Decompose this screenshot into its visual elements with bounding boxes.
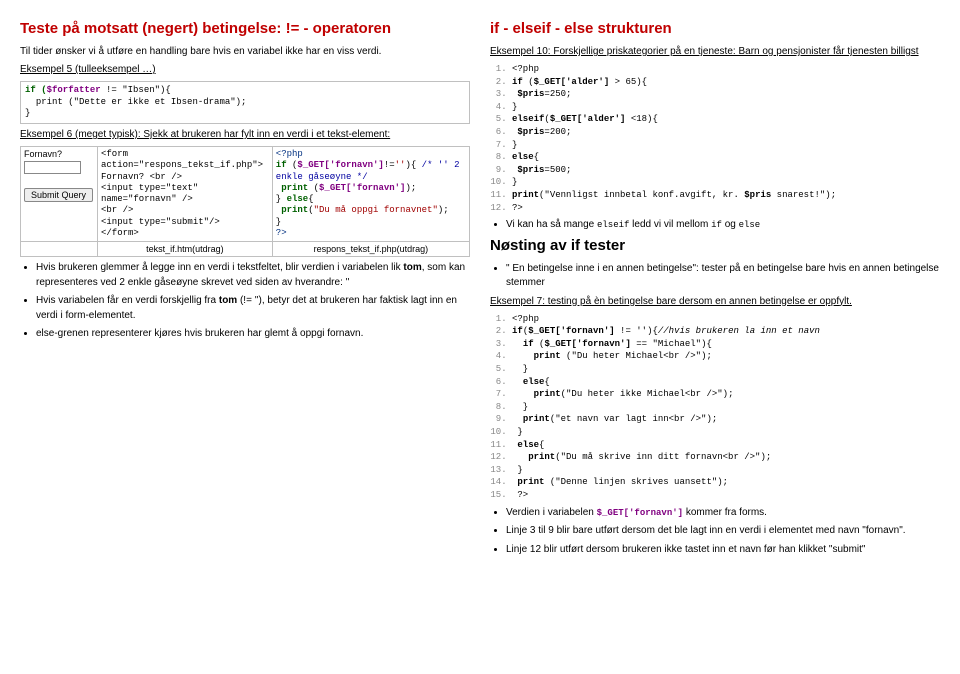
c10-9: $pris=500; <box>512 164 940 177</box>
c5-if: if ( <box>25 85 47 95</box>
lb1a: Hvis brukeren glemmer å legge inn en ver… <box>36 262 403 273</box>
bb3: Linje 12 blir utført dersom brukeren ikk… <box>506 543 940 558</box>
c7-5: } <box>512 363 940 376</box>
c10-11: print("Vennligst innbetal konf.avgift, k… <box>512 189 940 202</box>
c7-3: if ($_GET['fornavn'] == "Michael"){ <box>512 338 940 351</box>
fornavn-input[interactable] <box>24 161 81 174</box>
c10-2: if ($_GET['alder'] > 65){ <box>512 76 940 89</box>
c10-12: ?> <box>512 202 940 215</box>
bottom-bullets: Verdien i variabelen $_GET['fornavn'] ko… <box>506 506 940 558</box>
ex6-foot-mid: tekst_if.htm(utdrag) <box>98 242 273 257</box>
rbb: elseif <box>597 220 629 230</box>
c7-2: if($_GET['fornavn'] != ''){//hvis bruker… <box>512 325 940 338</box>
c10-7: } <box>512 139 940 152</box>
right-column: if - elseif - else strukturen Eksempel 1… <box>490 20 940 561</box>
c5-l2: print ("Dette er ikke et Ibsen-drama"); <box>25 97 246 107</box>
eksempel10-label: Eksempel 10: Forskjellige priskategorier… <box>490 45 940 59</box>
submit-button[interactable]: Submit Query <box>24 188 93 202</box>
eksempel5-label: Eksempel 5 (tulleeksempel …) <box>20 63 470 77</box>
c7-12: print("Du må skrive inn ditt fornavn<br … <box>512 451 940 464</box>
intro-span: Til tider ønsker vi å utføre en handling… <box>20 46 381 57</box>
c5-var: $forfatter <box>47 85 101 95</box>
code-example5: if ($forfatter != "Ibsen"){ print ("Dett… <box>20 81 470 124</box>
c10-5: elseif($_GET['alder'] <18){ <box>512 113 940 126</box>
ex6-foot1 <box>21 242 98 257</box>
bb1a: Verdien i variabelen <box>506 507 597 518</box>
eksempel7-label: Eksempel 7: testing på èn betingelse bar… <box>490 295 940 309</box>
ex6-right-code: <?php if ($_GET['fornavn']!=''){ /* '' 2… <box>276 149 460 238</box>
rbd: if <box>711 220 722 230</box>
rba: Vi kan ha så mange <box>506 219 597 230</box>
bb1c: kommer fra forms. <box>683 507 767 518</box>
lb2: Hvis variabelen får en verdi forskjellig… <box>36 294 470 323</box>
heading-negert: Teste på motsatt (negert) betingelse: !=… <box>20 20 470 37</box>
bb2: Linje 3 til 9 blir bare utført dersom de… <box>506 524 940 539</box>
s: <?php <box>512 64 539 74</box>
c7-1: <?php <box>512 313 940 326</box>
left-bullets: Hvis brukeren glemmer å legge inn en ver… <box>36 261 470 342</box>
ex6-table: Fornavn? Submit Query <form action="resp… <box>20 146 470 257</box>
c5-b: != "Ibsen"){ <box>101 85 171 95</box>
ex6-mid-code: <form action="respons_tekst_if.php"> For… <box>101 149 263 238</box>
bb1b: $_GET['fornavn'] <box>597 508 683 518</box>
rbe: og <box>722 219 739 230</box>
c10-10: } <box>512 176 940 189</box>
right-bullets-1: Vi kan ha så mange elseif ledd vi vil me… <box>506 218 940 233</box>
lb1b: tom <box>403 262 421 273</box>
ex6-foot-right: respons_tekst_if.php(utdrag) <box>272 242 469 257</box>
ex6-form-label: Fornavn? <box>24 149 94 159</box>
nost-bullets: " En betingelse inne i en annen betingel… <box>506 262 940 291</box>
lb3: else-grenen representerer kjøres hvis br… <box>36 327 470 342</box>
c7-7: print("Du heter ikke Michael<br />"); <box>512 388 940 401</box>
left-column: Teste på motsatt (negert) betingelse: !=… <box>20 20 470 561</box>
ex6-php-cell: <?php if ($_GET['fornavn']!=''){ /* '' 2… <box>272 147 469 242</box>
c7-4: print ("Du heter Michael<br />"); <box>512 350 940 363</box>
heading-nosting: Nøsting av if tester <box>490 237 940 254</box>
c7-15: ?> <box>512 489 940 502</box>
code-example7: <?php if($_GET['fornavn'] != ''){//hvis … <box>490 313 940 502</box>
lb2a: Hvis variabelen får en verdi forskjellig… <box>36 295 219 306</box>
heading-ifelse: if - elseif - else strukturen <box>490 20 940 37</box>
lb2b: tom <box>219 295 237 306</box>
c10-8: else{ <box>512 151 940 164</box>
lb1: Hvis brukeren glemmer å legge inn en ver… <box>36 261 470 290</box>
page-container: Teste på motsatt (negert) betingelse: !=… <box>0 0 960 581</box>
rb1: Vi kan ha så mange elseif ledd vi vil me… <box>506 218 940 233</box>
c10-4: } <box>512 101 940 114</box>
c7-11: else{ <box>512 439 940 452</box>
code-example10: <?php if ($_GET['alder'] > 65){ $pris=25… <box>490 63 940 214</box>
c7-8: } <box>512 401 940 414</box>
c7-6: else{ <box>512 376 940 389</box>
ex6-form-cell: Fornavn? Submit Query <box>21 147 98 242</box>
ex6-html-cell: <form action="respons_tekst_if.php"> For… <box>98 147 273 242</box>
c7-10: } <box>512 426 940 439</box>
nb1: " En betingelse inne i en annen betingel… <box>506 262 940 291</box>
c7-13: } <box>512 464 940 477</box>
rbc: ledd vi vil mellom <box>629 219 711 230</box>
bb1: Verdien i variabelen $_GET['fornavn'] ko… <box>506 506 940 521</box>
eksempel6-label: Eksempel 6 (meget typisk): Sjekk at bruk… <box>20 128 470 142</box>
c7-9: print("et navn var lagt inn<br />"); <box>512 413 940 426</box>
c5-l3: } <box>25 108 30 118</box>
c10-1: <?php <box>512 63 940 76</box>
rbf: else <box>739 220 761 230</box>
c10-3: $pris=250; <box>512 88 940 101</box>
intro-text: Til tider ønsker vi å utføre en handling… <box>20 45 470 59</box>
c7-14: print ("Denne linjen skrives uansett"); <box>512 476 940 489</box>
c10-6: $pris=200; <box>512 126 940 139</box>
